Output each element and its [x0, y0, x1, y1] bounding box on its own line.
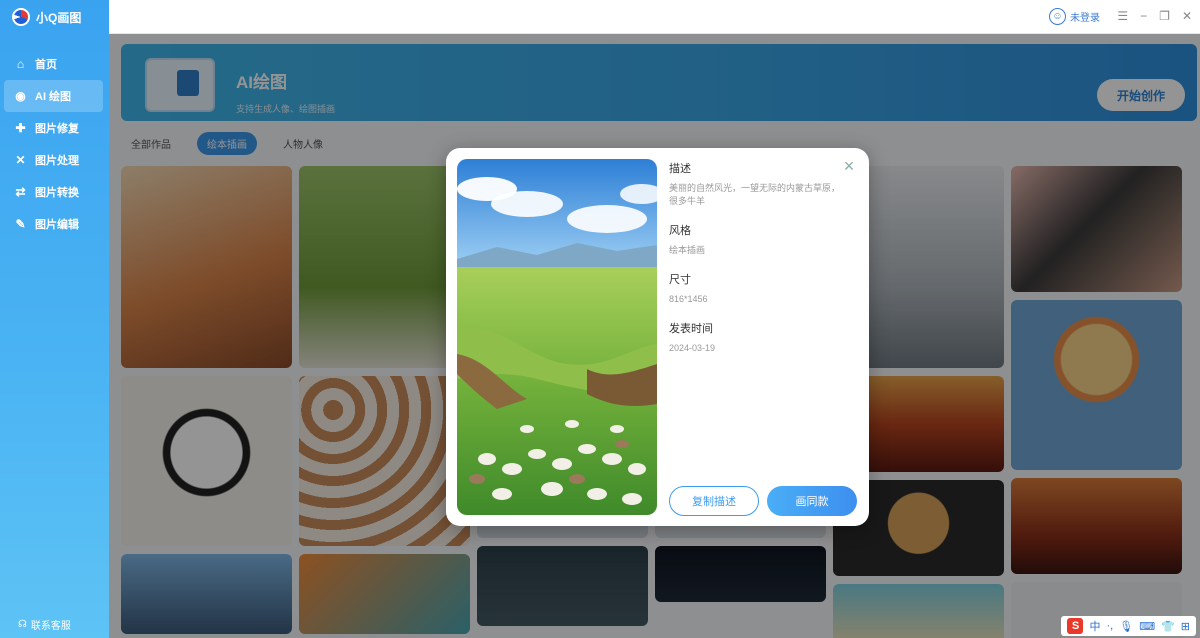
window-controls: ☰ − ❐ ✕: [1117, 9, 1192, 23]
sidebar-item-label: 图片修复: [35, 123, 79, 135]
sidebar-item-ai-draw[interactable]: ◉ AI 绘图: [4, 80, 103, 112]
description-value: 美丽的自然风光，一望无际的内蒙古草原，很多牛羊: [669, 183, 841, 206]
sidebar-item-label: 图片编辑: [35, 219, 79, 231]
sidebar-item-convert[interactable]: ⇄ 图片转换: [0, 176, 103, 208]
sidebar-item-label: 首页: [35, 59, 57, 71]
grassland-illustration: [457, 159, 657, 515]
sidebar-item-repair[interactable]: ✚ 图片修复: [0, 112, 103, 144]
image-detail-modal: × 描述 美丽的自然风光，一望无际的内蒙古草原，很多牛羊 风格 绘本插画 尺寸 …: [446, 148, 869, 526]
microphone-icon[interactable]: 🎙: [1119, 620, 1133, 633]
app-name: 小Q画图: [36, 10, 82, 25]
sidebar-item-process[interactable]: ✕ 图片处理: [0, 144, 103, 176]
preview-image: [457, 159, 657, 515]
restore-icon[interactable]: ❐: [1159, 9, 1170, 23]
menu-icon[interactable]: ☰: [1117, 9, 1128, 23]
topbar: ☺ 未登录 ☰ − ❐ ✕: [109, 0, 1200, 34]
support-link[interactable]: ☊ 联系客服: [18, 617, 71, 632]
sidebar-item-label: 图片处理: [35, 155, 79, 167]
close-window-icon[interactable]: ✕: [1182, 9, 1192, 23]
app-logo-icon: [12, 8, 30, 26]
sidebar-item-label: 图片转换: [35, 187, 79, 199]
ime-toolbar: S 中 ·, 🎙 ⌨ 👕 ⊞: [1061, 616, 1196, 636]
user-icon: ☺: [1049, 8, 1066, 25]
size-label: 尺寸: [669, 274, 691, 286]
toolbox-icon[interactable]: ⊞: [1181, 620, 1190, 633]
login-label: 未登录: [1070, 13, 1100, 24]
minimize-icon[interactable]: −: [1140, 9, 1147, 23]
publish-time-label: 发表时间: [669, 323, 713, 335]
draw-same-button[interactable]: 画同款: [767, 486, 857, 516]
app-brand: 小Q画图: [0, 0, 109, 34]
sidebar-item-label: AI 绘图: [35, 91, 72, 103]
ime-mode[interactable]: 中: [1089, 618, 1100, 634]
sidebar: 小Q画图 ⌂ 首页 ◉ AI 绘图 ✚ 图片修复 ✕ 图片处理 ⇄ 图片转换 ✎…: [0, 0, 109, 638]
style-label: 风格: [669, 225, 691, 237]
home-icon: ⌂: [16, 57, 25, 71]
publish-time-value: 2024-03-19: [669, 343, 716, 353]
support-label: 联系客服: [30, 621, 71, 632]
edit-icon: ✎: [15, 217, 26, 231]
login-button[interactable]: ☺ 未登录: [1049, 8, 1100, 25]
sidebar-item-home[interactable]: ⌂ 首页: [0, 48, 103, 80]
copy-description-button[interactable]: 复制描述: [669, 486, 759, 516]
keyboard-icon[interactable]: ⌨: [1139, 620, 1155, 633]
sogou-icon[interactable]: S: [1067, 618, 1084, 634]
convert-icon: ⇄: [15, 185, 26, 199]
headset-icon: ☊: [18, 619, 27, 630]
image-info: 描述 美丽的自然风光，一望无际的内蒙古草原，很多牛羊 风格 绘本插画 尺寸 81…: [669, 160, 844, 369]
tools-icon: ✕: [15, 153, 26, 167]
sidebar-item-edit[interactable]: ✎ 图片编辑: [0, 208, 103, 240]
skin-icon[interactable]: 👕: [1161, 620, 1175, 633]
palette-icon: ◉: [15, 89, 26, 103]
style-value: 绘本插画: [669, 245, 706, 255]
sidebar-nav: ⌂ 首页 ◉ AI 绘图 ✚ 图片修复 ✕ 图片处理 ⇄ 图片转换 ✎ 图片编辑: [0, 48, 109, 240]
description-label: 描述: [669, 163, 691, 175]
size-value: 816*1456: [669, 294, 708, 304]
repair-icon: ✚: [15, 121, 26, 135]
punctuation-icon[interactable]: ·,: [1106, 620, 1113, 632]
